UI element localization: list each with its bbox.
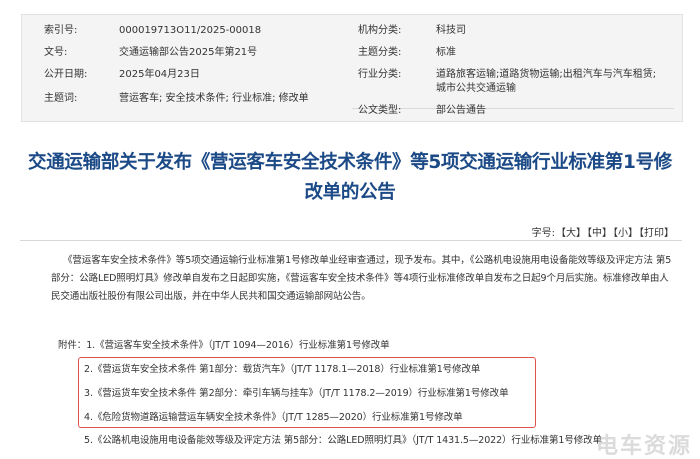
metadata-panel: 索引号: 000019713O11/2025-00018 机构分类: 科技司 文… [21,14,683,122]
meta-label: 主题分类: [358,47,402,58]
highlight-box [78,357,536,428]
attachment-link[interactable]: 5.《公路机电设施用电设备能效等级及评定方法 第5部分：公路LED照明灯具》（J… [84,435,602,446]
watermark: 电车资源 [595,434,692,459]
meta-row: 公文类型: 部公告通告 [22,101,682,121]
print-button[interactable]: 【打印】 [639,228,674,239]
meta-row: 文号: 交通运输部公告2025年第21号 主题分类: 标准 [22,43,682,63]
attachment-item: 5.《公路机电设施用电设备能效等级及评定方法 第5部分：公路LED照明灯具》（J… [84,433,602,449]
font-size-small-button[interactable]: 【小】 [613,228,638,239]
font-size-medium-button[interactable]: 【中】 [587,228,612,239]
meta-row: 索引号: 000019713O11/2025-00018 机构分类: 科技司 [22,21,682,41]
meta-value: 部公告通告 [436,105,486,116]
meta-value: 标准 [436,47,456,58]
attachment-item: 附件：1.《营运客车安全技术条件》（JT/T 1094—2016）行业标准第1号… [58,338,390,354]
attachment-prefix: 附件： [58,340,87,351]
meta-label: 公文类型: [358,105,402,116]
meta-value: 000019713O11/2025-00018 [119,25,262,36]
meta-label: 公开日期: [44,69,88,80]
meta-value: 2025年04月23日 [119,69,200,80]
divider [20,240,682,241]
font-size-large-button[interactable]: 【大】 [556,228,586,239]
meta-value: 交通运输部公告2025年第21号 [119,47,258,58]
attachment-link[interactable]: 1.《营运客车安全技术条件》（JT/T 1094—2016）行业标准第1号修改单 [86,340,389,351]
meta-label: 索引号: [44,25,78,36]
page-title: 交通运输部关于发布《营运客车安全技术条件》等5项交通运输行业标准第1号修改单的公… [28,152,672,203]
font-size-label: 字号: [531,228,555,239]
meta-label: 机构分类: [358,25,402,36]
meta-value: 科技司 [436,25,466,36]
announcement-body: 《营运客车安全技术条件》等5项交通运输行业标准第1号修改单业经审查通过，现予发布… [51,255,672,302]
font-size-controls: 字号:【大】【中】【小】【打印】 [531,224,674,239]
meta-label: 文号: [44,47,68,58]
meta-label: 行业分类: [358,69,402,80]
